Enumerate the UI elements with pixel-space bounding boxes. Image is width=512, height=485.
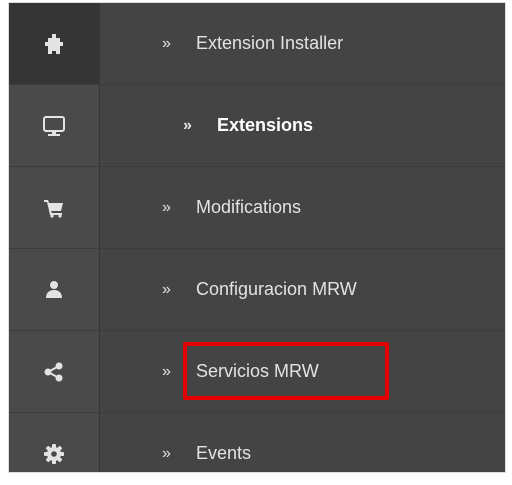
cart-icon[interactable] <box>9 167 99 248</box>
chevron-right-icon: » <box>162 444 171 462</box>
chevron-right-icon: » <box>162 362 171 380</box>
share-icon[interactable] <box>9 331 99 412</box>
menu-item-label: » Events <box>162 443 252 463</box>
user-icon[interactable] <box>9 249 99 330</box>
menu-item-label: » Configuracion MRW <box>162 279 357 299</box>
chevron-right-icon: » <box>183 116 192 134</box>
menu-item-configuracion-mrw[interactable]: » Configuracion MRW <box>9 249 505 331</box>
menu-item-extension-installer[interactable]: » Extension Installer <box>9 3 505 85</box>
gear-icon[interactable] <box>9 413 99 472</box>
chevron-right-icon: » <box>162 34 171 52</box>
sidebar-menu: » Extension Installer » Extensions » Mod… <box>8 2 506 473</box>
menu-item-label: » Extensions <box>183 115 314 135</box>
monitor-icon[interactable] <box>9 85 99 166</box>
chevron-right-icon: » <box>162 280 171 298</box>
menu-item-label: » Extension Installer <box>162 33 344 53</box>
menu-item-label: » Modifications <box>162 197 302 217</box>
menu-item-events[interactable]: » Events <box>9 413 505 472</box>
menu-item-modifications[interactable]: » Modifications <box>9 167 505 249</box>
chevron-right-icon: » <box>162 198 171 216</box>
menu-item-extensions[interactable]: » Extensions <box>9 85 505 167</box>
highlight-box <box>183 342 389 400</box>
puzzle-icon[interactable] <box>9 3 99 84</box>
